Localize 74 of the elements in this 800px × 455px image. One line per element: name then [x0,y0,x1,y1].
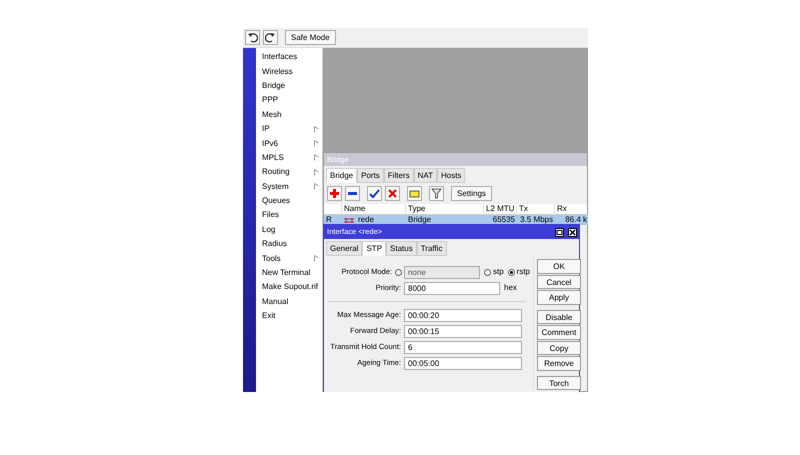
redo-icon [265,32,276,43]
input-field[interactable]: 00:05:00 [404,356,522,370]
menu-item[interactable]: Interfaces [256,50,322,64]
menu-item[interactable]: Queues [256,194,322,208]
tab[interactable]: Filters [384,168,414,183]
menu-item[interactable]: Exit [256,309,322,324]
option-field[interactable]: none [404,266,480,278]
remove-button[interactable] [345,186,360,201]
table-cell: Bridge [406,215,484,225]
add-button[interactable] [327,186,342,201]
tab[interactable]: Hosts [436,168,466,183]
tab[interactable]: Status [386,241,417,256]
tab[interactable]: General [326,241,362,256]
menu-item[interactable]: Files [256,208,322,223]
priority-field[interactable]: 8000 [404,282,500,294]
menu-item[interactable]: Bridge [256,78,322,94]
safe-mode-button[interactable]: Safe Mode [285,30,336,45]
table-cell: R [324,215,342,225]
redo-button[interactable] [263,30,278,45]
radio-button[interactable] [484,268,491,276]
tab[interactable]: NAT [414,168,437,183]
menu-item[interactable]: IPv6 [256,136,322,151]
menu-item[interactable]: Log [256,222,322,238]
tab[interactable]: STP [362,241,386,256]
interface-name: rede [358,215,374,225]
menu-item[interactable]: Make Supout.rif [256,280,322,295]
enable-button[interactable] [367,186,382,201]
plus-icon [329,188,340,199]
check-icon [369,188,380,199]
dialog-button[interactable]: Copy [537,340,581,355]
disable-button[interactable] [385,186,400,201]
input-field[interactable]: 00:00:15 [404,324,522,338]
filter-icon [431,188,442,199]
tab[interactable]: Traffic [416,241,446,256]
menu-item[interactable]: New Terminal [256,266,322,280]
dialog-button[interactable]: Torch [537,376,581,390]
menu-item[interactable]: Wireless [256,64,322,79]
menu-item[interactable]: Mesh [256,108,322,122]
tab[interactable]: Bridge [326,168,358,183]
menu-item[interactable]: Tools [256,251,322,266]
table-cell: 3.5 Mbps [517,215,555,225]
menu-item[interactable]: Manual [256,294,322,310]
radio-button[interactable] [508,268,515,276]
bridge-icon [344,216,354,224]
close-icon[interactable] [568,228,577,236]
comment-button[interactable] [407,186,422,201]
dialog-button[interactable]: Remove [537,356,581,370]
dialog-button[interactable]: Cancel [537,274,581,289]
dialog-button[interactable]: Disable [537,310,581,324]
dialog-button[interactable]: Comment [537,325,581,340]
settings-button[interactable]: Settings [451,186,492,201]
input-field[interactable]: 6 [404,340,522,354]
dialog-button[interactable]: OK [537,259,581,274]
note-icon [409,188,420,199]
cross-icon [387,188,398,199]
menu-item[interactable]: Routing [256,165,322,180]
menu-item[interactable]: IP [256,122,322,136]
table-cell: 65535 [484,215,517,225]
input-field[interactable]: 00:00:20 [404,308,522,322]
option-label: stp [492,266,504,278]
menu-item[interactable]: System [256,180,322,194]
table-cell: 86.4 k [555,215,588,225]
menu-item[interactable]: PPP [256,93,322,108]
tab[interactable]: Ports [357,168,384,183]
dialog-button[interactable]: Apply [537,290,581,304]
menu-item[interactable]: MPLS [256,150,322,166]
filter-button[interactable] [429,186,444,201]
menu-item[interactable]: Radius [256,237,322,252]
undo-button[interactable] [245,30,260,45]
unit-label: hex [504,282,517,294]
radio-button[interactable] [394,268,402,276]
undo-icon [247,32,258,43]
option-label: rstp [516,266,530,278]
maximize-icon[interactable] [555,228,564,236]
